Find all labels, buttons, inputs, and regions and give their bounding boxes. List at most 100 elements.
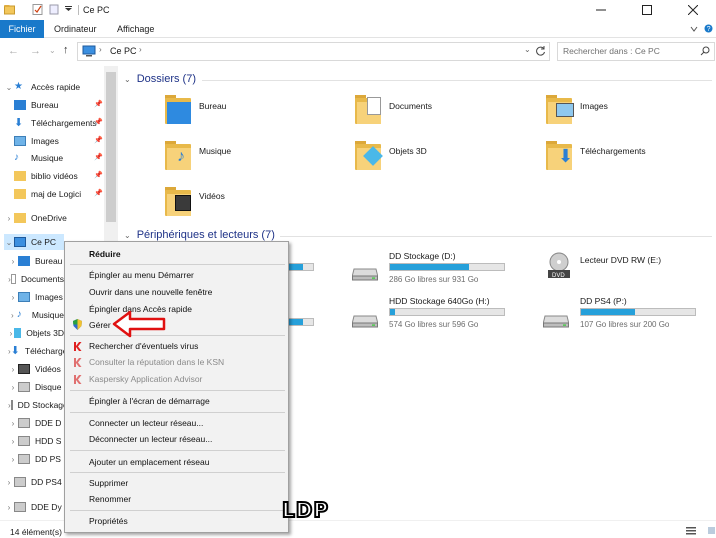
- menu-item-supprimer[interactable]: Supprimer: [89, 478, 128, 488]
- desktop-folder-icon[interactable]: [163, 93, 197, 127]
- collapse-chevron-icon[interactable]: ⌄: [124, 75, 131, 84]
- hard-drive-icon[interactable]: [352, 265, 378, 281]
- menu-item-ajouter-emplacement[interactable]: Ajouter un emplacement réseau: [89, 457, 210, 467]
- sidebar-item-bureau-pc[interactable]: › Bureau: [8, 253, 64, 269]
- sidebar-item-telechargements[interactable]: ⬇ Téléchargements: [14, 115, 106, 131]
- collapse-chevron-icon[interactable]: ⌄: [4, 238, 14, 247]
- pin-icon[interactable]: 📌: [94, 136, 103, 144]
- menu-item-rechercher-virus[interactable]: Rechercher d'éventuels virus: [89, 341, 198, 351]
- sidebar-item-maj-logiciels[interactable]: maj de Logici: [14, 186, 102, 202]
- sidebar-item-dd-ps4[interactable]: › DD PS4: [4, 474, 64, 490]
- sidebar-item-musique-pc[interactable]: › ♪ Musique: [8, 307, 64, 323]
- sidebar-scroll-thumb[interactable]: [106, 72, 116, 222]
- pin-icon[interactable]: 📌: [94, 171, 103, 179]
- menu-item-renommer[interactable]: Renommer: [89, 494, 131, 504]
- menu-item-nouvelle-fenetre[interactable]: Ouvrir dans une nouvelle fenêtre: [89, 287, 212, 297]
- sidebar-item-documents[interactable]: › Documents: [8, 271, 64, 287]
- expand-chevron-icon[interactable]: ›: [8, 437, 18, 446]
- pictures-folder-icon[interactable]: [544, 93, 578, 127]
- pin-icon[interactable]: 📌: [94, 153, 103, 161]
- folder-label-musique[interactable]: Musique: [199, 146, 231, 156]
- sidebar-item-ce-pc[interactable]: ⌄ Ce PC: [4, 234, 64, 250]
- hard-drive-icon[interactable]: [352, 312, 378, 328]
- search-icon[interactable]: [700, 46, 710, 56]
- sidebar-item-onedrive[interactable]: › OneDrive: [4, 210, 67, 226]
- drive-label-h[interactable]: HDD Stockage 640Go (H:): [389, 296, 490, 306]
- objects3d-folder-icon[interactable]: [353, 139, 387, 173]
- sidebar-item-objets-3d[interactable]: › Objets 3D: [8, 325, 64, 341]
- expand-chevron-icon[interactable]: ›: [4, 214, 14, 223]
- folder-label-telechargements[interactable]: Téléchargements: [580, 146, 646, 156]
- documents-folder-icon[interactable]: [353, 93, 387, 127]
- expand-chevron-icon[interactable]: ›: [8, 365, 18, 374]
- sidebar-item-acces-rapide[interactable]: ⌄ ★ Accès rapide: [4, 79, 81, 95]
- sidebar-item-dde-d[interactable]: › DDE D: [8, 415, 64, 431]
- drive-label-e[interactable]: Lecteur DVD RW (E:): [580, 255, 661, 265]
- minimize-button[interactable]: [578, 0, 624, 20]
- expand-chevron-icon[interactable]: ›: [8, 419, 18, 428]
- forward-arrow-icon[interactable]: →: [30, 45, 41, 57]
- sidebar-item-hdd-s[interactable]: › HDD S: [8, 433, 64, 449]
- pin-icon[interactable]: 📌: [94, 100, 103, 108]
- expand-chevron-icon[interactable]: ›: [4, 478, 14, 487]
- breadcrumb-separator-icon[interactable]: ›: [99, 45, 102, 54]
- menu-item-connecter-lecteur[interactable]: Connecter un lecteur réseau...: [89, 418, 203, 428]
- maximize-button[interactable]: [624, 0, 670, 20]
- sidebar-item-bureau[interactable]: Bureau: [14, 97, 58, 113]
- folder-label-documents[interactable]: Documents: [389, 101, 432, 111]
- expand-chevron-icon[interactable]: ›: [4, 503, 14, 512]
- expand-chevron-icon[interactable]: ›: [8, 293, 18, 302]
- folders-group-header[interactable]: ⌄ Dossiers (7): [124, 73, 196, 85]
- menu-item-epingler-demarrer[interactable]: Épingler au menu Démarrer: [89, 270, 194, 280]
- help-icon[interactable]: ?: [704, 24, 713, 33]
- tab-affichage[interactable]: Affichage: [109, 20, 162, 38]
- details-view-icon[interactable]: [686, 526, 696, 535]
- hard-drive-icon[interactable]: [543, 312, 569, 328]
- sidebar-item-dde-dy[interactable]: › DDE Dy: [4, 499, 64, 515]
- collapse-chevron-icon[interactable]: ⌄: [4, 83, 14, 92]
- sidebar-item-musique[interactable]: ♪ Musique: [14, 150, 63, 166]
- folder-label-images[interactable]: Images: [580, 101, 608, 111]
- refresh-icon[interactable]: [536, 46, 546, 56]
- address-bar[interactable]: [77, 42, 550, 61]
- pin-icon[interactable]: 📌: [94, 189, 103, 197]
- breadcrumb-chevron-icon[interactable]: ›: [139, 45, 142, 54]
- sidebar-item-videos[interactable]: › Vidéos: [8, 361, 64, 377]
- expand-chevron-icon[interactable]: ›: [8, 257, 18, 266]
- menu-item-reputation-ksn[interactable]: Consulter la réputation dans le KSN: [89, 357, 224, 367]
- large-icons-view-icon[interactable]: [708, 527, 715, 534]
- sidebar-item-telechargements-pc[interactable]: ›⬇Téléchargements: [8, 343, 64, 359]
- expand-chevron-icon[interactable]: ›: [8, 455, 18, 464]
- menu-item-proprietes[interactable]: Propriétés: [89, 516, 128, 526]
- pin-icon[interactable]: 📌: [94, 118, 103, 126]
- sidebar-item-images-pc[interactable]: › Images: [8, 289, 64, 305]
- folder-label-videos[interactable]: Vidéos: [199, 191, 225, 201]
- sidebar-item-dd-stockage[interactable]: › DD Stockage: [8, 397, 64, 413]
- tab-ordinateur[interactable]: Ordinateur: [46, 20, 105, 38]
- tab-fichier[interactable]: Fichier: [0, 20, 44, 38]
- close-button[interactable]: [670, 0, 716, 20]
- download-folder-icon[interactable]: ⬇: [544, 139, 578, 173]
- expand-ribbon-icon[interactable]: [690, 25, 698, 33]
- folder-label-objets-3d[interactable]: Objets 3D: [389, 146, 427, 156]
- folder-label-bureau[interactable]: Bureau: [199, 101, 226, 111]
- menu-item-kaspersky-advisor[interactable]: Kaspersky Application Advisor: [89, 374, 202, 384]
- breadcrumb-ce-pc[interactable]: Ce PC: [110, 46, 137, 56]
- explorer-icon[interactable]: [4, 4, 15, 15]
- new-folder-icon[interactable]: [49, 4, 60, 15]
- dvd-drive-icon[interactable]: DVD: [543, 252, 575, 280]
- collapse-chevron-icon[interactable]: ⌄: [124, 231, 131, 240]
- up-arrow-icon[interactable]: ↑: [63, 44, 69, 56]
- sidebar-item-disque[interactable]: › Disque: [8, 379, 64, 395]
- videos-folder-icon[interactable]: [163, 185, 197, 219]
- devices-group-header[interactable]: ⌄ Périphériques et lecteurs (7): [124, 229, 275, 241]
- recent-locations-icon[interactable]: ⌄: [49, 46, 56, 55]
- menu-item-deconnecter-lecteur[interactable]: Déconnecter un lecteur réseau...: [89, 434, 212, 444]
- drive-label-d[interactable]: DD Stockage (D:): [389, 251, 456, 261]
- music-folder-icon[interactable]: ♪: [163, 139, 197, 173]
- menu-item-reduire[interactable]: Réduire: [89, 249, 121, 259]
- address-dropdown-icon[interactable]: ⌄: [524, 45, 531, 54]
- expand-chevron-icon[interactable]: ›: [8, 383, 18, 392]
- sidebar-item-dd-ps[interactable]: › DD PS: [8, 451, 64, 467]
- customize-toolbar-icon[interactable]: [63, 4, 74, 15]
